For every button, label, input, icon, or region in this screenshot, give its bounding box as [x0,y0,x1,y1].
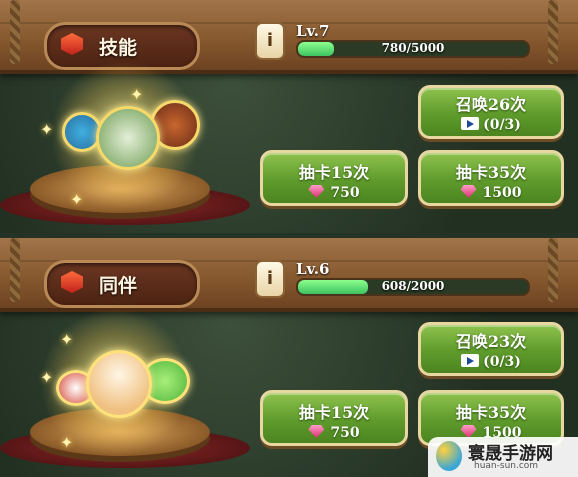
video-ad-icon [461,354,480,367]
egg-chick-companion [86,350,152,418]
level-label: Lv.7 [296,22,330,40]
summon-ad-button[interactable]: 召唤26次 (0/3) [418,85,564,139]
title-plate: 同伴 [44,260,200,308]
button-label: 抽卡35次 [455,403,527,422]
cost-value: 750 [330,185,360,201]
cost-label: 1500 [421,185,561,201]
cost-value: 750 [330,425,360,441]
xp-progress-text: 608/2000 [381,279,445,293]
cost-value: 1500 [482,185,522,201]
red-gem-icon [61,271,83,293]
sparkle-icon: ✦ [70,190,84,209]
ad-counter: (0/3) [421,354,561,370]
sparkle-icon: ✦ [60,330,74,349]
xp-progress-bar: 780/5000 [296,40,530,58]
pink-gem-icon [308,185,325,198]
rope-decoration [548,0,558,64]
sparkle-icon: ✦ [130,85,144,104]
button-label: 召唤23次 [455,332,527,351]
button-label: 抽卡15次 [298,163,370,182]
video-ad-icon [461,117,480,130]
section-title: 同伴 [99,275,138,297]
xp-progress-text: 780/5000 [381,41,445,55]
watermark-url: huan-sun.com [474,461,539,471]
button-label: 抽卡35次 [455,163,527,182]
pink-gem-icon [460,185,477,198]
site-watermark: 寰晟手游网 huan-sun.com [428,437,578,477]
pink-gem-icon [308,425,325,438]
red-gem-icon [61,33,83,55]
sparkle-icon: ✦ [40,368,54,387]
cost-label: 750 [263,425,405,441]
rope-decoration [10,0,20,64]
draw-35-button[interactable]: 抽卡35次 1500 [418,150,564,206]
ad-count-text: (0/3) [483,354,521,370]
button-label: 抽卡15次 [298,403,370,422]
ad-count-text: (0/3) [483,117,521,133]
draw-15-button[interactable]: 抽卡15次 750 [260,150,408,206]
rope-decoration [548,238,558,302]
draw-15-button[interactable]: 抽卡15次 750 [260,390,408,446]
summon-ad-button[interactable]: 召唤23次 (0/3) [418,322,564,376]
rope-decoration [10,238,20,302]
skill-summon-panel: 技能 i Lv.7 780/5000 ✦ ✦ ✦ 召唤26次 (0/3) 抽卡1… [0,0,578,233]
cost-label: 750 [263,185,405,201]
sparkle-icon: ✦ [60,433,74,452]
wood-header: 技能 i Lv.7 780/5000 [0,0,578,74]
mushroom-skill-icon [96,106,160,170]
info-button[interactable]: i [255,22,285,60]
level-label: Lv.6 [296,260,330,278]
sparkle-icon: ✦ [40,120,54,139]
wood-header: 同伴 i Lv.6 608/2000 [0,238,578,312]
ad-counter: (0/3) [421,117,561,133]
section-title: 技能 [99,37,138,59]
info-button[interactable]: i [255,260,285,298]
button-label: 召唤26次 [455,95,527,114]
xp-progress-bar: 608/2000 [296,278,530,296]
watermark-logo-icon [436,441,462,471]
